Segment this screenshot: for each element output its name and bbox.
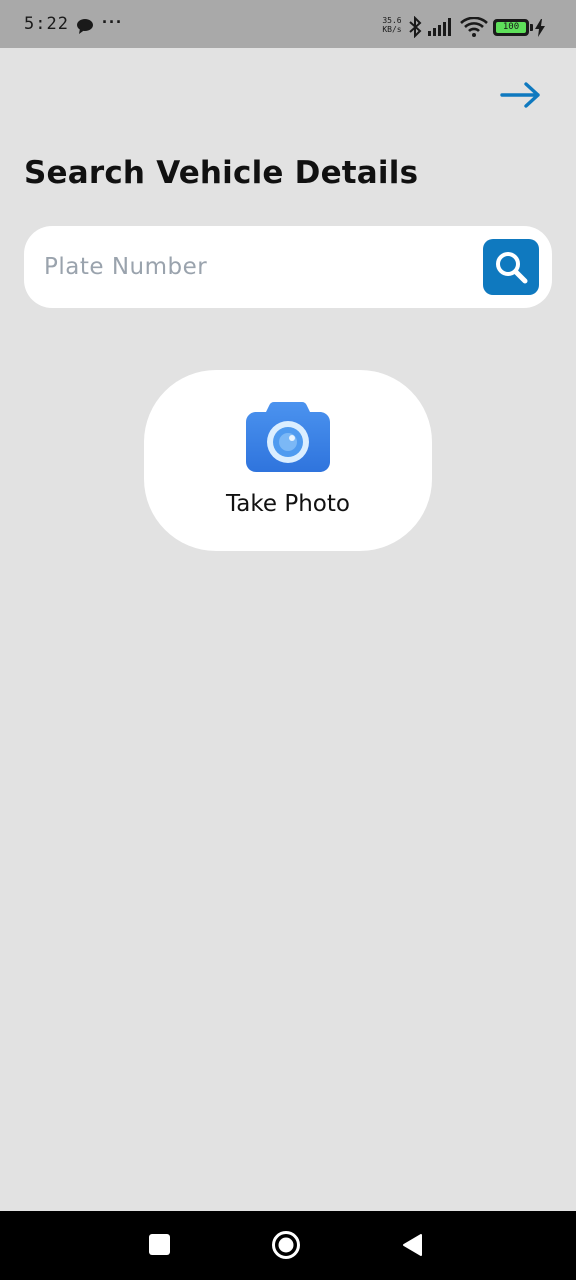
signal-icon: [428, 18, 454, 41]
network-speed-value: 35.6: [382, 16, 402, 25]
network-speed: 35.6 KB/s: [380, 16, 404, 34]
recents-icon[interactable]: [149, 1234, 170, 1255]
search-button[interactable]: [483, 239, 539, 295]
chat-icon: [77, 19, 93, 39]
system-nav-bar: [0, 1211, 576, 1280]
take-photo-label: Take Photo: [226, 491, 350, 517]
status-time: 5:22: [24, 14, 69, 34]
bluetooth-icon: [408, 15, 422, 43]
search-icon: [496, 252, 528, 284]
arrow-right-icon: [500, 82, 540, 108]
plate-number-input[interactable]: [44, 226, 474, 308]
charging-icon: [535, 19, 545, 42]
status-more-indicator: ···: [102, 12, 123, 32]
status-bar: 5:22 ··· 35.6 KB/s 100: [0, 0, 576, 48]
home-icon[interactable]: [271, 1230, 301, 1260]
battery-tip: [530, 24, 533, 31]
wifi-icon: [460, 16, 488, 42]
network-speed-unit: KB/s: [382, 25, 402, 34]
take-photo-button[interactable]: Take Photo: [144, 370, 432, 551]
back-icon[interactable]: [401, 1233, 423, 1257]
battery-icon: 100: [493, 19, 529, 36]
battery-level: 100: [496, 22, 526, 33]
app-screen: 5:22 ··· 35.6 KB/s 100 Search Vehicle De…: [0, 0, 576, 1280]
next-button[interactable]: [498, 78, 544, 112]
page-title: Search Vehicle Details: [24, 155, 419, 191]
camera-icon: [246, 400, 330, 477]
search-box: [24, 226, 552, 308]
